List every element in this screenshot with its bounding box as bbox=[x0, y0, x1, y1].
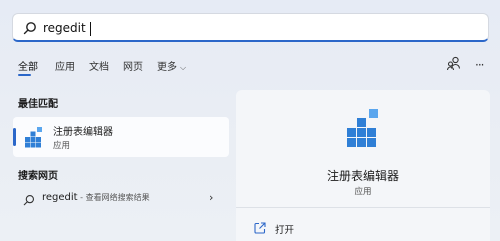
divider bbox=[236, 207, 490, 208]
active-tab-indicator bbox=[18, 74, 31, 76]
web-search-heading: 搜索网页 bbox=[18, 171, 58, 182]
registry-editor-icon bbox=[25, 127, 42, 148]
chevron-right-icon[interactable]: › bbox=[209, 191, 213, 204]
open-external-icon bbox=[254, 222, 266, 234]
search-input[interactable] bbox=[43, 18, 463, 38]
best-match-name: 注册表编辑器 bbox=[53, 127, 113, 138]
more-icon[interactable]: ··· bbox=[475, 58, 485, 72]
web-search-hint: - 查看网络搜索结果 bbox=[77, 193, 150, 202]
account-share-icon[interactable] bbox=[446, 56, 462, 72]
open-button-label: 打开 bbox=[275, 225, 295, 236]
best-match-heading: 最佳匹配 bbox=[18, 99, 58, 110]
chevron-down-icon: ⌵ bbox=[180, 63, 187, 72]
web-search-query: regedit bbox=[42, 192, 78, 203]
best-match-type: 应用 bbox=[53, 141, 71, 151]
detail-subtitle: 应用 bbox=[354, 187, 372, 197]
best-match-item[interactable]: 注册表编辑器 应用 bbox=[13, 117, 229, 157]
tab-more[interactable]: 更多 ⌵ bbox=[157, 58, 186, 73]
web-search-item[interactable]: regedit - 查看网络搜索结果 › bbox=[13, 188, 229, 212]
tab-apps[interactable]: 应用 bbox=[55, 58, 75, 73]
text-caret bbox=[90, 22, 91, 36]
tab-documents[interactable]: 文档 bbox=[89, 58, 109, 73]
tab-more-label: 更多 bbox=[157, 62, 177, 73]
registry-editor-icon bbox=[347, 109, 378, 147]
selection-indicator bbox=[13, 128, 16, 146]
tab-web[interactable]: 网页 bbox=[123, 58, 143, 73]
web-search-text: regedit - 查看网络搜索结果 bbox=[42, 192, 150, 203]
search-icon bbox=[23, 22, 36, 35]
detail-title: 注册表编辑器 bbox=[326, 169, 399, 183]
detail-panel: 注册表编辑器 应用 打开 bbox=[236, 90, 490, 241]
search-box[interactable] bbox=[12, 13, 489, 42]
search-icon bbox=[23, 194, 35, 206]
tab-all[interactable]: 全部 bbox=[18, 58, 38, 73]
